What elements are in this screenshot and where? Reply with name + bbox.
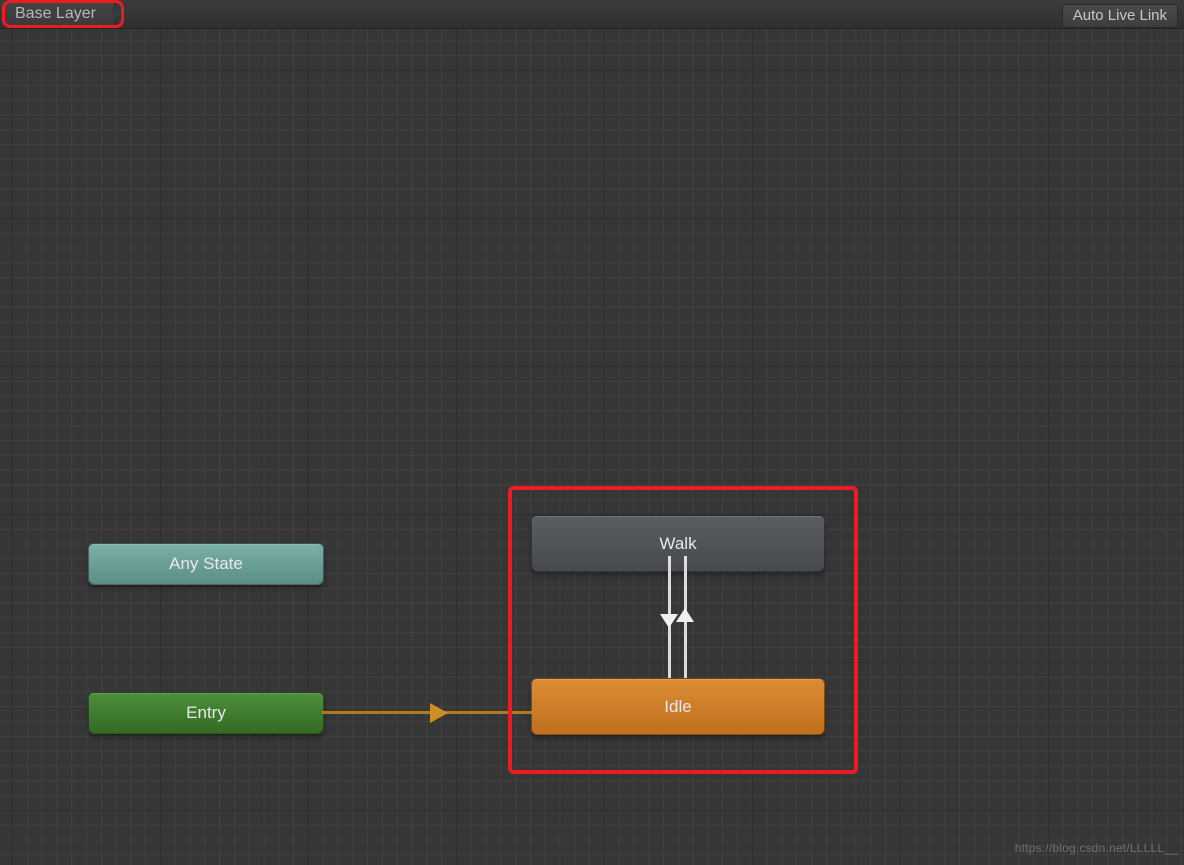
breadcrumb-label: Base Layer <box>15 5 96 23</box>
state-walk[interactable]: Walk <box>531 515 825 572</box>
state-label: Idle <box>664 697 691 717</box>
auto-live-link-button[interactable]: Auto Live Link <box>1062 4 1178 28</box>
state-any-state[interactable]: Any State <box>88 543 324 585</box>
auto-live-link-label: Auto Live Link <box>1073 7 1167 24</box>
state-entry[interactable]: Entry <box>88 692 324 734</box>
animator-canvas[interactable]: Any State Entry Walk Idle https://blog.c… <box>0 28 1184 865</box>
transition-entry-to-idle[interactable] <box>322 711 532 714</box>
transition-entry-to-idle-arrow-icon <box>430 703 448 723</box>
state-idle[interactable]: Idle <box>531 678 825 735</box>
watermark-text: https://blog.csdn.net/LLLLL__ <box>1015 841 1178 855</box>
breadcrumb-base-layer[interactable]: Base Layer <box>4 1 115 27</box>
transition-idle-to-walk-arrow-icon <box>676 608 694 622</box>
state-label: Any State <box>169 554 243 574</box>
state-label: Walk <box>659 534 696 554</box>
state-label: Entry <box>186 703 226 723</box>
topbar: Base Layer Auto Live Link <box>0 0 1184 29</box>
